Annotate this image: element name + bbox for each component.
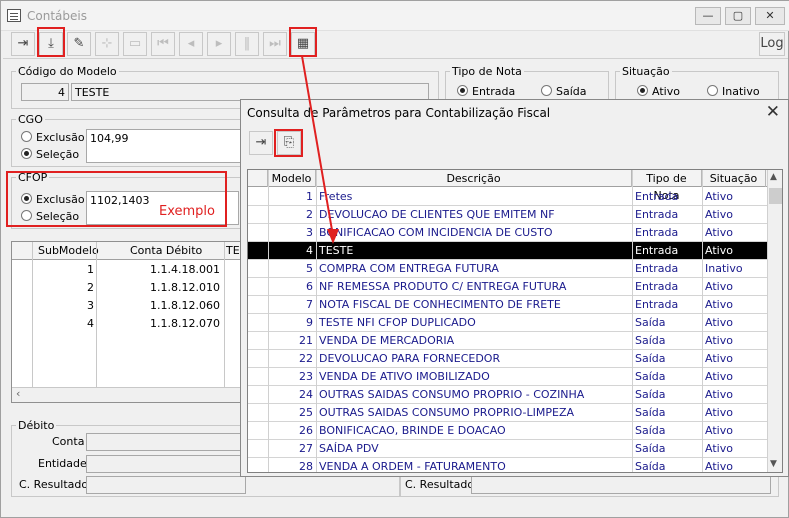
annotation-arrow — [301, 55, 339, 244]
arrow-line — [301, 55, 334, 237]
arrow-head — [327, 229, 339, 244]
